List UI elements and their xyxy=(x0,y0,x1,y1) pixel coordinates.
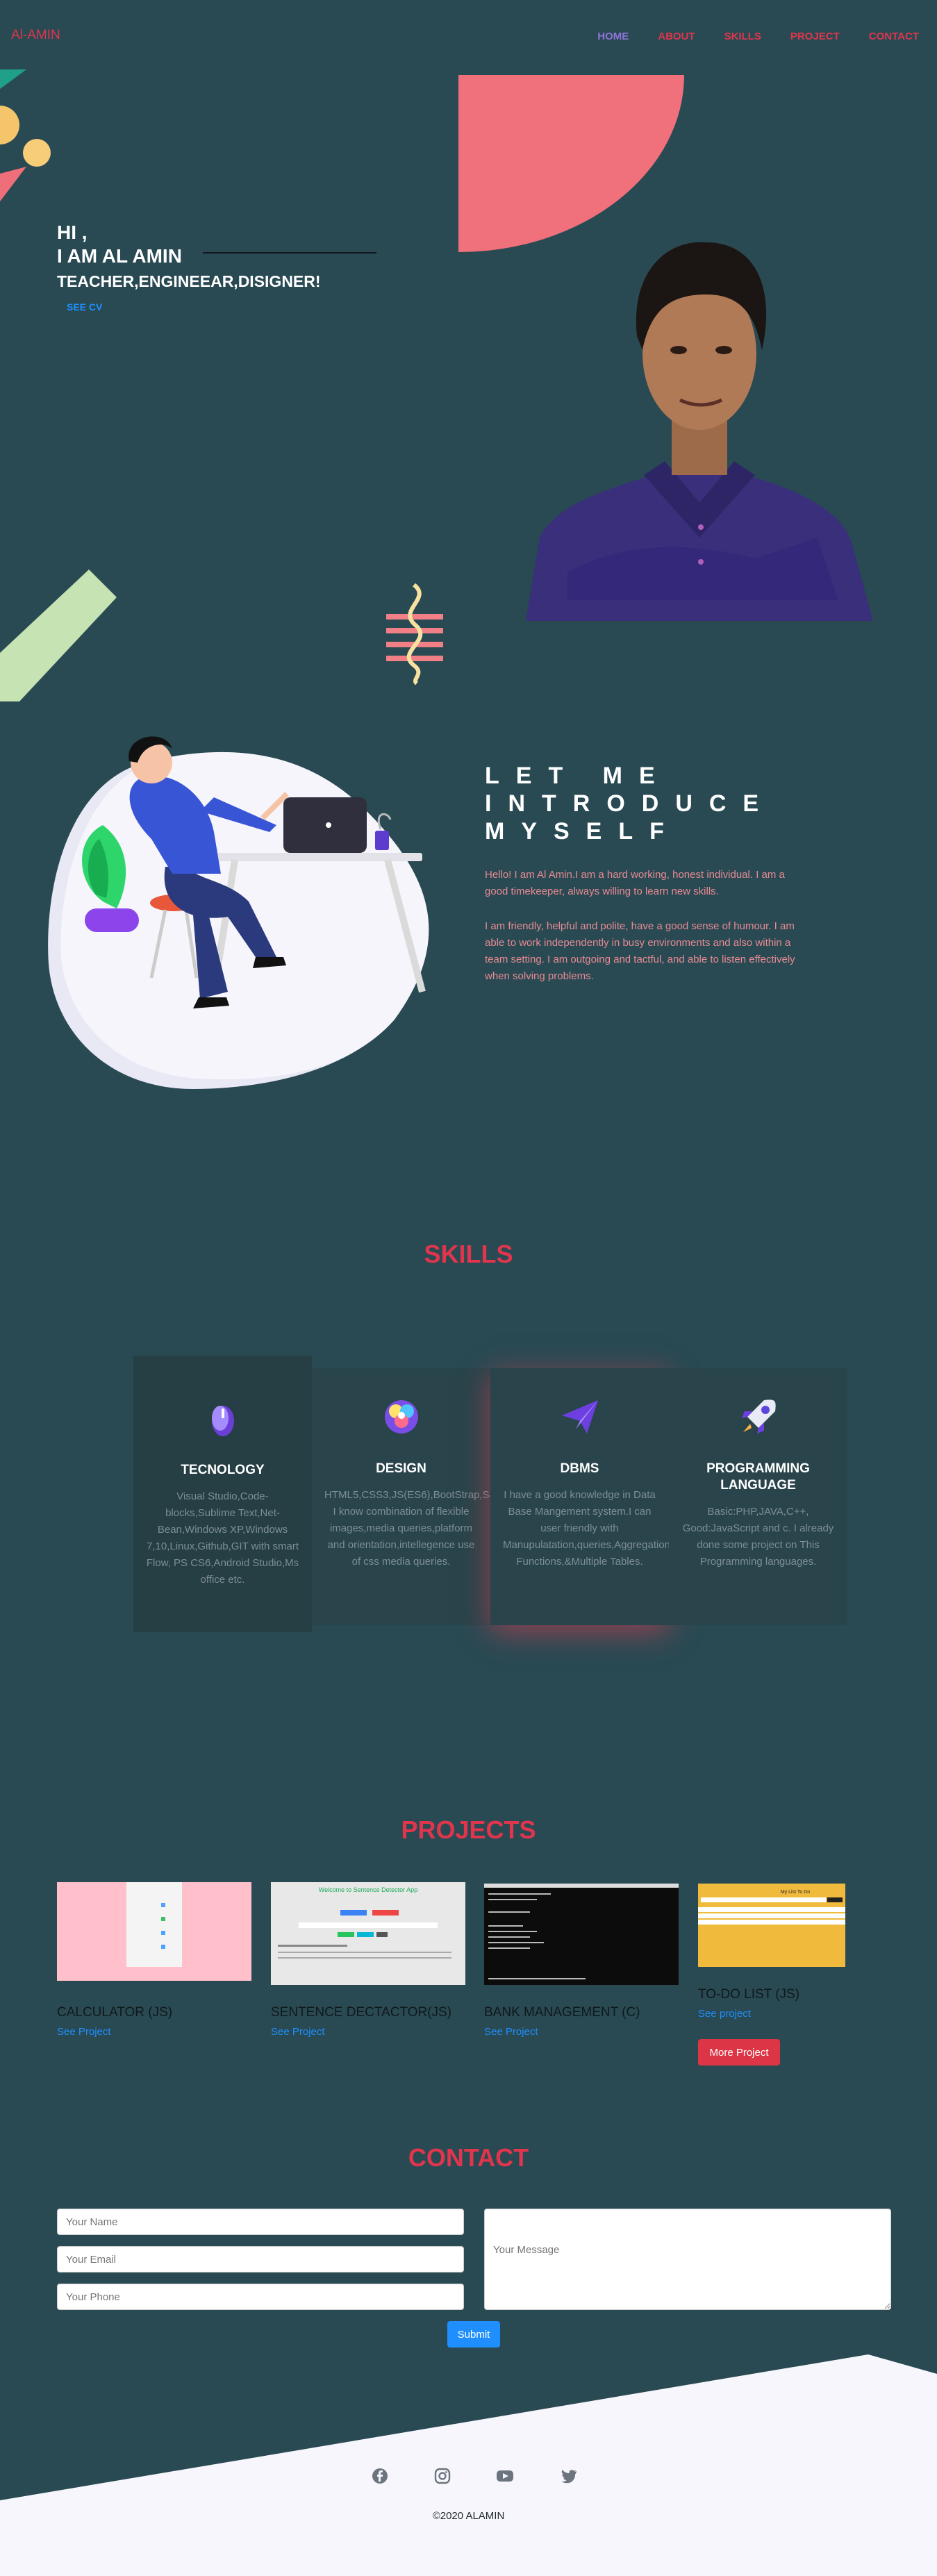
project-name: CALCULATOR (JS) xyxy=(57,2005,173,2020)
project-name: TO-DO LIST (JS) xyxy=(698,1987,800,2002)
hero-roles: TEACHER,ENGINEEAR,DISIGNER! xyxy=(57,272,321,290)
about-title-line: LET ME xyxy=(485,763,672,789)
skill-card-programming: PROGRAMMING LANGUAGE Basic:PHP,JAVA,C++,… xyxy=(669,1368,847,1625)
main-nav: HOME ABOUT SKILLS PROJECT CONTACT xyxy=(568,31,919,42)
phone-field[interactable] xyxy=(57,2284,464,2310)
hero-name-text: I AM AL AMIN xyxy=(57,245,182,267)
profile-photo xyxy=(526,242,873,621)
project-card-bank-management: BANK MANAGEMENT (C) See Project xyxy=(484,1884,679,2038)
project-card-calculator: CALCULATOR (JS) See Project xyxy=(57,1882,251,2038)
about-title-line: MYSELF xyxy=(485,818,681,845)
project-card-todo-list: My List To Do TO-DO LIST (JS) See projec… xyxy=(698,1884,845,2020)
skill-name: DESIGN xyxy=(376,1461,426,1476)
twitter-icon[interactable] xyxy=(560,2467,578,2485)
nav-project[interactable]: PROJECT xyxy=(790,31,840,42)
rocket-icon xyxy=(741,1399,776,1434)
skill-name: DBMS xyxy=(560,1461,599,1476)
skills-cards: TECNOLOGY Visual Studio,Code-blocks,Subl… xyxy=(133,1356,847,1632)
email-field[interactable] xyxy=(57,2246,464,2272)
skill-name: TECNOLOGY xyxy=(181,1463,265,1477)
about-title-line: INTRODUCE xyxy=(485,790,776,817)
skill-card-design: DESIGN HTML5,CSS3,JS(ES6),BootStrap,Sass… xyxy=(312,1368,509,1625)
see-project-link[interactable]: See Project xyxy=(271,2026,465,2038)
skill-name: PROGRAMMING LANGUAGE xyxy=(706,1461,810,1493)
hero-corner-shapes xyxy=(0,69,51,201)
working-person-illustration xyxy=(48,736,429,1089)
project-name: SENTENCE DECTACTOR(JS) xyxy=(271,2005,452,2020)
name-field[interactable] xyxy=(57,2209,464,2235)
hero-greeting: HI , I AM AL AMIN xyxy=(57,221,182,268)
see-cv-button[interactable]: SEE CV xyxy=(67,301,102,313)
mouse-icon xyxy=(211,1399,239,1436)
facebook-icon[interactable] xyxy=(371,2467,389,2485)
skills-title: SKILLS xyxy=(424,1240,513,1268)
project-thumbnail: My List To Do xyxy=(698,1884,845,1967)
see-project-link[interactable]: See Project xyxy=(57,2026,251,2038)
brand-logo[interactable]: Al-AMIN xyxy=(11,28,60,43)
project-name: BANK MANAGEMENT (C) xyxy=(484,2005,640,2020)
submit-button[interactable]: Submit xyxy=(447,2321,500,2348)
skill-card-technology: TECNOLOGY Visual Studio,Code-blocks,Subl… xyxy=(133,1356,312,1632)
nav-about[interactable]: ABOUT xyxy=(658,31,695,42)
instagram-icon[interactable] xyxy=(433,2467,451,2485)
paper-plane-icon xyxy=(561,1400,598,1434)
contact-title: CONTACT xyxy=(408,2143,529,2172)
hero-hi-text: HI , xyxy=(57,222,88,243)
skill-card-dbms: DBMS I have a good knowledge in Data Bas… xyxy=(490,1368,671,1625)
project-thumb-heading: Welcome to Sentence Detector App xyxy=(319,1886,417,1893)
skill-description: Basic:PHP,JAVA,C++, Good:JavaScript and … xyxy=(682,1506,834,1568)
about-paragraph-1: Hello! I am Al Amin.I am a hard working,… xyxy=(485,869,785,897)
see-project-link[interactable]: See project xyxy=(698,2008,845,2020)
nav-home[interactable]: HOME xyxy=(597,31,629,42)
project-thumb-heading: My List To Do xyxy=(781,1890,810,1895)
hero-divider xyxy=(203,252,376,254)
palette-icon xyxy=(384,1400,418,1434)
more-project-button[interactable]: More Project xyxy=(698,2039,780,2066)
hero-green-stripe xyxy=(0,570,117,701)
skill-description: Visual Studio,Code-blocks,Sublime Text,N… xyxy=(146,1490,299,1586)
project-thumbnail xyxy=(57,1882,251,1981)
skill-description: I have a good knowledge in Data Base Man… xyxy=(503,1489,671,1568)
copyright: ©2020 ALAMIN xyxy=(432,2510,505,2522)
nav-skills[interactable]: SKILLS xyxy=(724,31,761,42)
skill-description: HTML5,CSS3,JS(ES6),BootStrap,Sass. I kno… xyxy=(324,1489,509,1568)
project-thumbnail xyxy=(484,1884,679,1985)
projects-title: PROJECTS xyxy=(401,1815,536,1844)
about-paragraph-2: I am friendly, helpful and polite, have … xyxy=(485,920,795,982)
about-title: LET ME INTRODUCE MYSELF xyxy=(485,762,775,845)
message-field[interactable] xyxy=(484,2209,891,2310)
project-thumbnail: Welcome to Sentence Detector App xyxy=(271,1882,465,1985)
project-card-sentence-detector: Welcome to Sentence Detector App SENTENC… xyxy=(271,1882,465,2038)
youtube-icon[interactable] xyxy=(496,2467,514,2485)
footer-background xyxy=(0,2354,937,2576)
hero-squiggle xyxy=(386,583,443,685)
nav-contact[interactable]: CONTACT xyxy=(869,31,919,42)
see-project-link[interactable]: See Project xyxy=(484,2026,679,2038)
